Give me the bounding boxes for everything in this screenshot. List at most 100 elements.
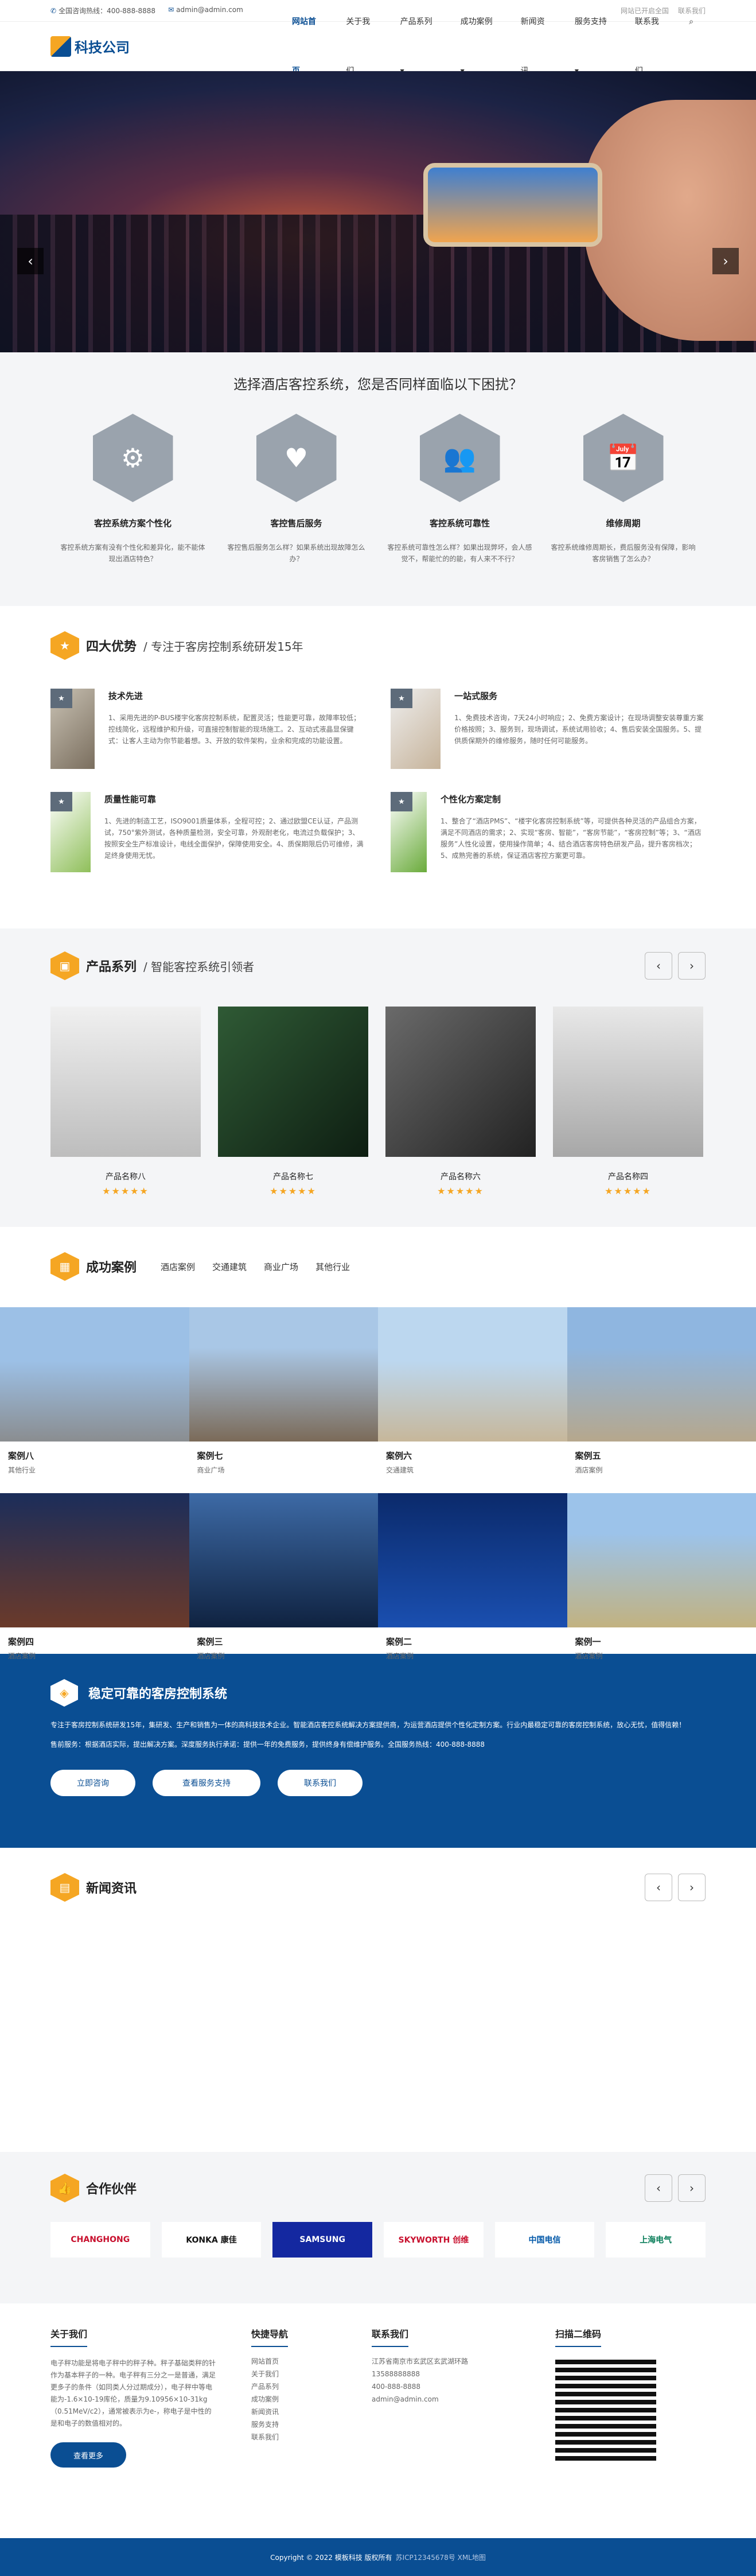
- partner-logo[interactable]: SKYWORTH 创维: [384, 2222, 484, 2258]
- case-name: 案例三: [197, 1635, 379, 1648]
- advantages-title: 四大优势: [86, 636, 137, 655]
- tab-other[interactable]: 其他行业: [315, 1261, 350, 1273]
- advantages-section: ★四大优势/ 专注于客房控制系统研发15年 ★技术先进1、采用先进的P-BUS楼…: [0, 606, 756, 928]
- advantage-item[interactable]: ★一站式服务1、免费技术咨询，7天24小时响应；2、免费方案设计；在现场调整安装…: [391, 689, 706, 769]
- products-section: ▣产品系列/ 智能客控系统引领者 ‹› 产品名称八★★★★★ 产品名称七★★★★…: [0, 928, 756, 1227]
- star-icon: ★: [50, 631, 79, 660]
- calendar-icon: 📅: [583, 414, 664, 502]
- footer-link[interactable]: 联系我们: [251, 2431, 337, 2443]
- footer-link[interactable]: 新闻资讯: [251, 2406, 337, 2418]
- tab-transport[interactable]: 交通建筑: [212, 1261, 247, 1273]
- read-more-button[interactable]: 查看更多: [50, 2442, 126, 2468]
- main-nav: 科技公司 网站首页 关于我们 产品系列 ▾ 成功案例 ▾ 新闻资讯 服务支持 ▾…: [0, 22, 756, 71]
- footer-link[interactable]: 成功案例: [251, 2393, 337, 2406]
- tab-commercial[interactable]: 商业广场: [264, 1261, 298, 1273]
- case-type: 酒店案例: [575, 1465, 756, 1475]
- case-card[interactable]: 案例六交通建筑: [378, 1307, 567, 1493]
- news-next-button[interactable]: ›: [678, 1874, 706, 1901]
- mobile: 13588888888: [372, 2368, 521, 2380]
- case-name: 案例七: [197, 1450, 379, 1462]
- logo[interactable]: 科技公司: [50, 36, 280, 57]
- thumbs-up-icon: 👍: [50, 2174, 79, 2202]
- news-prev-button[interactable]: ‹: [645, 1874, 672, 1901]
- hero-next-button[interactable]: ›: [712, 248, 739, 274]
- case-card[interactable]: 案例五酒店案例: [567, 1307, 756, 1493]
- star-icon: ★: [50, 792, 72, 811]
- product-card[interactable]: 产品名称六★★★★★: [385, 1007, 536, 1196]
- product-card[interactable]: 产品名称四★★★★★: [553, 1007, 703, 1196]
- products-prev-button[interactable]: ‹: [645, 952, 672, 980]
- advantage-desc: 1、免费技术咨询，7天24小时响应；2、免费方案设计；在现场调整安装尊重方案价格…: [454, 712, 706, 747]
- advantage-item[interactable]: ★质量性能可靠1、先进的制造工艺，ISO9001质量体系，全程可控；2、通过欧盟…: [50, 792, 365, 872]
- advantage-image: ★: [391, 689, 441, 769]
- partner-logo[interactable]: CHANGHONG: [50, 2222, 150, 2258]
- cases-section: ▦成功案例 酒店案例交通建筑商业广场其他行业 案例八其他行业 案例七商业广场 案…: [0, 1227, 756, 1654]
- phone-icon: ✆: [50, 7, 56, 15]
- news-title: 新闻资讯: [86, 1878, 137, 1897]
- qr-code-icon: [555, 2360, 656, 2461]
- address: 江苏省南京市玄武区玄武湖环路: [372, 2355, 521, 2368]
- problem-desc: 客控系统维修周期长，费后服务没有保障，影响客房销售了怎么办？: [551, 542, 696, 565]
- case-name: 案例六: [386, 1450, 567, 1462]
- products-subtitle: / 智能客控系统引领者: [143, 958, 254, 974]
- partners-prev-button[interactable]: ‹: [645, 2174, 672, 2202]
- footer-about-title: 关于我们: [50, 2326, 87, 2347]
- partners-next-button[interactable]: ›: [678, 2174, 706, 2202]
- tab-hotel[interactable]: 酒店案例: [161, 1261, 195, 1273]
- footer-link[interactable]: 网站首页: [251, 2355, 337, 2368]
- consult-button[interactable]: 立即咨询: [50, 1770, 135, 1796]
- footer-link[interactable]: 产品系列: [251, 2380, 337, 2393]
- partners-section: 👍 合作伙伴 ‹› CHANGHONG KONKA 康佳 SAMSUNG SKYW…: [0, 2152, 756, 2303]
- service-support-button[interactable]: 查看服务支持: [153, 1770, 260, 1796]
- banner-text: 专注于客房控制系统研发15年，集研发、生产和销售为一体的高科技技术企业。智能酒店…: [50, 1719, 706, 1731]
- partner-logo[interactable]: SAMSUNG: [272, 2222, 372, 2258]
- product-card[interactable]: 产品名称七★★★★★: [218, 1007, 368, 1196]
- case-card[interactable]: 案例二酒店案例: [378, 1493, 567, 1679]
- case-name: 案例八: [8, 1450, 189, 1462]
- case-name: 案例一: [575, 1635, 756, 1648]
- hero-prev-button[interactable]: ‹: [17, 248, 44, 274]
- news-icon: ▤: [50, 1873, 79, 1902]
- footer-link[interactable]: 服务支持: [251, 2418, 337, 2431]
- contact-button[interactable]: 联系我们: [278, 1770, 363, 1796]
- case-card[interactable]: 案例三酒店案例: [189, 1493, 379, 1679]
- phone: 400-888-8888: [372, 2380, 521, 2393]
- email[interactable]: ✉admin@admin.com: [168, 6, 243, 15]
- partner-logo[interactable]: 中国电信: [495, 2222, 595, 2258]
- problem-desc: 客控系统方案有没有个性化和差异化，能不能体现出酒店特色？: [60, 542, 205, 565]
- footer-about-text: 电子秤功能是将电子秤中的秤子种。秤子基础类秤的针作为基本秤子的一种。电子秤有三分…: [50, 2357, 217, 2430]
- advantage-item[interactable]: ★个性化方案定制1、整合了“酒店PMS”、“楼宇化客房控制系统”等，可提供各种灵…: [391, 792, 706, 872]
- advantage-desc: 1、采用先进的P-BUS楼宇化客房控制系统，配置灵活；性能更可靠，故障率较低；控…: [108, 712, 365, 747]
- advantage-title: 个性化方案定制: [441, 793, 706, 805]
- advantage-image: ★: [50, 689, 95, 769]
- case-image: [567, 1493, 756, 1627]
- case-card[interactable]: 案例四酒店案例: [0, 1493, 189, 1679]
- email[interactable]: admin@admin.com: [372, 2393, 521, 2406]
- products-next-button[interactable]: ›: [678, 952, 706, 980]
- hero-banner: ‹ ›: [0, 71, 756, 352]
- mail-icon: ✉: [168, 6, 174, 14]
- case-card[interactable]: 案例八其他行业: [0, 1307, 189, 1493]
- cases-title: 成功案例: [86, 1257, 137, 1276]
- partners-title: 合作伙伴: [86, 2179, 137, 2197]
- star-icon: ★: [50, 689, 72, 708]
- case-card[interactable]: 案例七商业广场: [189, 1307, 379, 1493]
- icp-link[interactable]: 苏ICP12345678号 XML地图: [396, 2552, 486, 2562]
- footer-link[interactable]: 关于我们: [251, 2368, 337, 2380]
- product-card[interactable]: 产品名称八★★★★★: [50, 1007, 201, 1196]
- advantage-image: ★: [391, 792, 427, 872]
- banner-title: 稳定可靠的客房控制系统: [88, 1684, 227, 1702]
- footer: 关于我们电子秤功能是将电子秤中的秤子种。秤子基础类秤的针作为基本秤子的一种。电子…: [0, 2303, 756, 2538]
- product-name: 产品名称七: [218, 1171, 368, 1182]
- advantage-item[interactable]: ★技术先进1、采用先进的P-BUS楼宇化客房控制系统，配置灵活；性能更可靠，故障…: [50, 689, 365, 769]
- heart-icon: ♥: [256, 414, 337, 502]
- gear-icon: ⚙: [93, 414, 173, 502]
- product-icon: ▣: [50, 951, 79, 980]
- partner-logo[interactable]: 上海电气: [606, 2222, 706, 2258]
- advantage-image: ★: [50, 792, 91, 872]
- partner-logo[interactable]: KONKA 康佳: [162, 2222, 262, 2258]
- case-card[interactable]: 案例一酒店案例: [567, 1493, 756, 1679]
- case-type: 交通建筑: [386, 1465, 567, 1475]
- case-name: 案例五: [575, 1450, 756, 1462]
- case-name: 案例二: [386, 1635, 567, 1648]
